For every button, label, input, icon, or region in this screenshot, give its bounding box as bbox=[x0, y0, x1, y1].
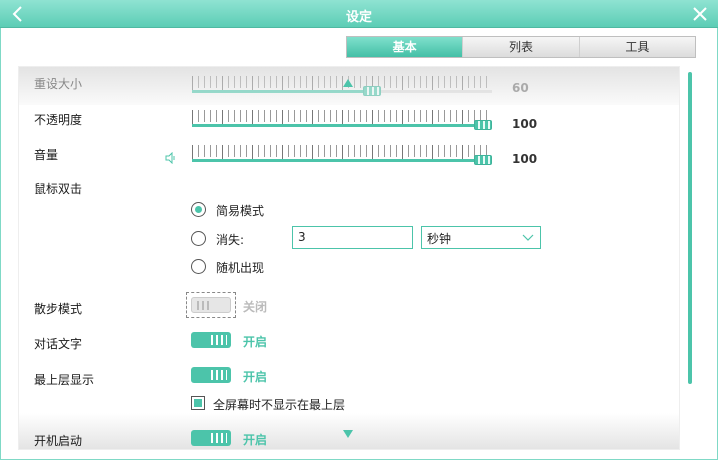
walk-mode-toggle[interactable] bbox=[191, 297, 231, 313]
volume-slider[interactable] bbox=[192, 145, 492, 165]
disappear-seconds-input[interactable]: 3 bbox=[292, 226, 413, 249]
volume-value: 100 bbox=[512, 152, 538, 166]
radio-random-appear-label: 随机出现 bbox=[216, 261, 265, 275]
toggle-grip bbox=[211, 433, 227, 443]
toggle-grip bbox=[211, 370, 227, 380]
slider-major-ticks bbox=[192, 110, 492, 124]
radio-simple-mode[interactable] bbox=[191, 202, 206, 217]
radio-disappear-label: 消失: bbox=[216, 233, 245, 247]
slider-knob[interactable] bbox=[363, 86, 381, 96]
always-on-top-toggle[interactable] bbox=[191, 367, 231, 383]
startup-label: 开机启动 bbox=[34, 434, 83, 448]
chevron-down-icon bbox=[522, 234, 534, 241]
time-unit-value: 秒钟 bbox=[427, 232, 452, 246]
speaker-icon bbox=[165, 152, 175, 164]
toggle-grip bbox=[211, 335, 227, 345]
radio-simple-mode-label: 简易模式 bbox=[216, 204, 265, 218]
radio-random-appear[interactable] bbox=[191, 259, 206, 274]
toggle-grip bbox=[197, 301, 211, 310]
tab-basic[interactable]: 基本 bbox=[347, 37, 463, 57]
opacity-label: 不透明度 bbox=[34, 113, 83, 127]
slider-fill bbox=[192, 90, 372, 93]
slider-knob[interactable] bbox=[474, 155, 492, 165]
dialog-text-toggle[interactable] bbox=[191, 332, 231, 348]
opacity-value: 100 bbox=[512, 117, 538, 131]
resize-label: 重设大小 bbox=[34, 77, 83, 91]
tab-tools[interactable]: 工具 bbox=[578, 37, 695, 57]
fullscreen-hide-label: 全屏幕时不显示在最上层 bbox=[213, 398, 346, 412]
scroll-down-arrow-icon[interactable] bbox=[343, 430, 353, 438]
title-bar: 设定 bbox=[0, 0, 718, 28]
tab-bar: 基本 列表 工具 bbox=[346, 36, 696, 58]
slider-major-ticks bbox=[192, 76, 492, 90]
radio-disappear[interactable] bbox=[191, 231, 206, 246]
vertical-scrollbar[interactable] bbox=[688, 72, 692, 384]
resize-value: 60 bbox=[512, 81, 529, 95]
dialog-text-state: 开启 bbox=[243, 335, 268, 349]
startup-state: 开启 bbox=[243, 433, 268, 447]
slider-fill bbox=[192, 159, 492, 162]
slider-major-ticks bbox=[192, 145, 492, 159]
double-click-label: 鼠标双击 bbox=[34, 182, 83, 196]
slider-knob[interactable] bbox=[474, 120, 492, 130]
walk-mode-state: 关闭 bbox=[243, 300, 268, 314]
dialog-text-label: 对话文字 bbox=[34, 337, 83, 351]
close-icon[interactable] bbox=[690, 4, 710, 24]
always-on-top-state: 开启 bbox=[243, 370, 268, 384]
resize-slider[interactable] bbox=[192, 76, 492, 96]
volume-label: 音量 bbox=[34, 148, 59, 162]
opacity-slider[interactable] bbox=[192, 110, 492, 130]
window-title: 设定 bbox=[345, 10, 372, 25]
startup-toggle[interactable] bbox=[191, 430, 231, 446]
tab-list[interactable]: 列表 bbox=[462, 37, 578, 57]
slider-fill bbox=[192, 124, 492, 127]
fullscreen-hide-checkbox[interactable] bbox=[191, 396, 205, 410]
walk-mode-label: 散步模式 bbox=[34, 302, 83, 316]
time-unit-select[interactable]: 秒钟 bbox=[421, 226, 541, 249]
always-on-top-label: 最上层显示 bbox=[34, 373, 95, 387]
scroll-up-arrow-icon[interactable] bbox=[343, 79, 353, 87]
